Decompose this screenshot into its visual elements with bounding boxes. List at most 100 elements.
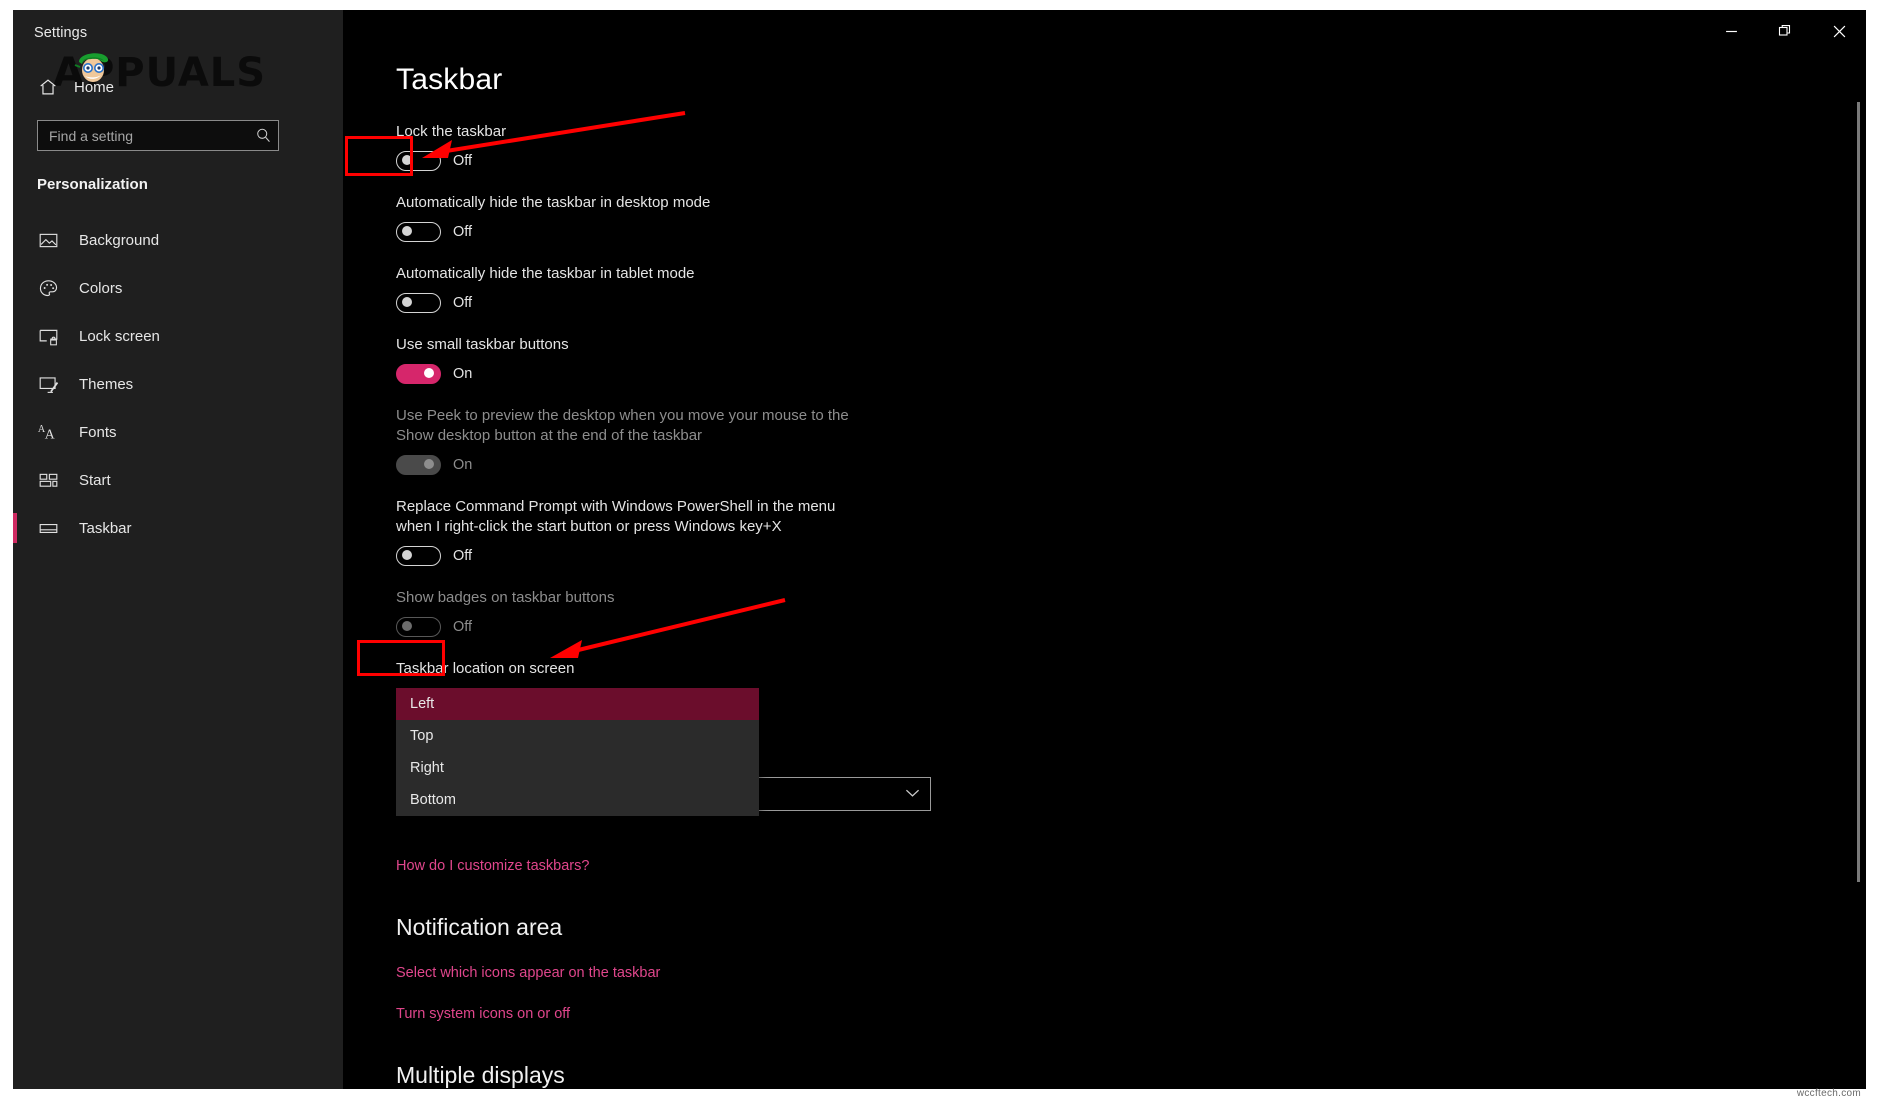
replace-cmd-toggle[interactable] <box>396 546 441 566</box>
setting-lock-taskbar: Lock the taskbar Off <box>396 122 1396 171</box>
toggle-row: Off <box>396 617 1396 637</box>
toggle-knob <box>424 368 434 378</box>
toggle-state-label: On <box>453 457 473 473</box>
toggle-knob <box>424 459 434 469</box>
minimize-button[interactable] <box>1704 10 1758 52</box>
settings-window: Settings APPUALS Home Find a setting Per… <box>13 10 1866 1089</box>
small-buttons-toggle[interactable] <box>396 364 441 384</box>
toggle-state-label: Off <box>453 224 473 240</box>
setting-label: Automatically hide the taskbar in tablet… <box>396 265 695 282</box>
sidebar-item-label: Themes <box>79 375 134 393</box>
settings-main-pane: Taskbar Lock the taskbar Off Automatical… <box>343 10 1866 1089</box>
toggle-row: Off <box>396 546 1396 566</box>
start-tiles-icon <box>37 469 59 491</box>
svg-text:A: A <box>45 426 55 441</box>
sidebar-item-label: Taskbar <box>79 519 132 537</box>
home-icon <box>40 79 56 95</box>
sidebar-item-taskbar[interactable]: Taskbar <box>13 504 343 552</box>
dropdown-option-bottom[interactable]: Bottom <box>396 784 759 816</box>
setting-label: Show badges on taskbar buttons <box>396 589 615 606</box>
customize-taskbars-link[interactable]: How do I customize taskbars? <box>396 858 1396 874</box>
toggle-row: On <box>396 455 1396 475</box>
setting-replace-cmd-powershell: Replace Command Prompt with Windows Powe… <box>396 497 1396 566</box>
setting-small-buttons: Use small taskbar buttons On <box>396 335 1396 384</box>
footer-watermark: wccftech.com <box>1796 1088 1861 1099</box>
toggle-state-label: Off <box>453 295 473 311</box>
sidebar-item-start[interactable]: Start <box>13 456 343 504</box>
sidebar-item-label: Lock screen <box>79 327 160 345</box>
notification-area-heading: Notification area <box>396 914 563 940</box>
home-label: Home <box>74 78 115 96</box>
toggle-knob <box>402 297 412 307</box>
location-dropdown-area: Left Top Right Bottom <box>396 688 1396 848</box>
search-box[interactable] <box>37 120 279 151</box>
sidebar-section-heading: Personalization <box>37 176 148 193</box>
sidebar-item-label: Start <box>79 471 111 489</box>
setting-label: Use Peek to preview the desktop when you… <box>396 407 849 444</box>
selection-indicator <box>13 513 17 543</box>
setting-label: Automatically hide the taskbar in deskto… <box>396 194 711 211</box>
close-button[interactable] <box>1812 10 1866 52</box>
taskbar-location-dropdown[interactable]: Left Top Right Bottom <box>396 688 759 816</box>
search-icon[interactable] <box>248 121 278 150</box>
toggle-state-label: Off <box>453 153 473 169</box>
toggle-knob <box>402 155 412 165</box>
settings-content: Lock the taskbar Off Automatically hide … <box>396 122 1396 1089</box>
sidebar-item-label: Fonts <box>79 423 117 441</box>
toggle-row: Off <box>396 222 1396 242</box>
toggle-row: Off <box>396 151 1396 171</box>
use-peek-toggle <box>396 455 441 475</box>
toggle-state-label: Off <box>453 619 473 635</box>
sidebar-item-colors[interactable]: Colors <box>13 264 343 312</box>
restore-button[interactable] <box>1758 10 1812 52</box>
setting-autohide-tablet: Automatically hide the taskbar in tablet… <box>396 264 1396 313</box>
autohide-desktop-toggle[interactable] <box>396 222 441 242</box>
toggle-row: Off <box>396 293 1396 313</box>
setting-label: Taskbar location on screen <box>396 660 575 677</box>
setting-label: Use small taskbar buttons <box>396 336 569 353</box>
sidebar-item-fonts[interactable]: A A Fonts <box>13 408 343 456</box>
system-icons-link[interactable]: Turn system icons on or off <box>396 1006 1396 1022</box>
palette-icon <box>37 277 59 299</box>
dropdown-option-top[interactable]: Top <box>396 720 759 752</box>
setting-autohide-desktop: Automatically hide the taskbar in deskto… <box>396 193 1396 242</box>
setting-taskbar-location: Taskbar location on screen Left Top Righ… <box>396 659 1396 874</box>
sidebar-item-lock-screen[interactable]: Lock screen <box>13 312 343 360</box>
select-icons-link[interactable]: Select which icons appear on the taskbar <box>396 965 1396 981</box>
setting-label: Lock the taskbar <box>396 123 507 140</box>
sidebar-item-label: Colors <box>79 279 123 297</box>
dropdown-option-left[interactable]: Left <box>396 688 759 720</box>
toggle-knob <box>402 550 412 560</box>
image-icon <box>37 229 59 251</box>
setting-use-peek: Use Peek to preview the desktop when you… <box>396 406 1396 475</box>
window-controls <box>1704 10 1866 52</box>
fonts-aa-icon: A A <box>37 421 59 443</box>
toggle-state-label: On <box>453 366 473 382</box>
toggle-knob <box>402 621 412 631</box>
autohide-tablet-toggle[interactable] <box>396 293 441 313</box>
sidebar-item-themes[interactable]: Themes <box>13 360 343 408</box>
setting-label: Replace Command Prompt with Windows Powe… <box>396 498 836 535</box>
vertical-scrollbar[interactable] <box>1857 102 1860 882</box>
search-input[interactable] <box>38 127 248 144</box>
dropdown-option-right[interactable]: Right <box>396 752 759 784</box>
taskbar-icon <box>37 517 59 539</box>
lock-screen-icon <box>37 325 59 347</box>
toggle-row: On <box>396 364 1396 384</box>
sidebar-item-label: Background <box>79 231 160 249</box>
toggle-knob <box>402 226 412 236</box>
lock-taskbar-toggle[interactable] <box>396 151 441 171</box>
themes-brush-icon <box>37 373 59 395</box>
show-badges-toggle <box>396 617 441 637</box>
sidebar-item-home[interactable]: Home <box>27 70 287 104</box>
chevron-down-icon <box>905 785 920 803</box>
setting-show-badges: Show badges on taskbar buttons Off <box>396 588 1396 637</box>
sidebar-nav: Background Colors Lock screen Themes A A… <box>13 216 343 552</box>
multiple-displays-heading: Multiple displays <box>396 1062 565 1088</box>
page-title: Taskbar <box>396 63 503 96</box>
screenshot-root: Settings APPUALS Home Find a setting Per… <box>0 0 1879 1101</box>
toggle-state-label: Off <box>453 548 473 564</box>
app-title: Settings <box>34 25 88 41</box>
sidebar-item-background[interactable]: Background <box>13 216 343 264</box>
settings-sidebar: Settings APPUALS Home Find a setting Per… <box>13 10 343 1089</box>
